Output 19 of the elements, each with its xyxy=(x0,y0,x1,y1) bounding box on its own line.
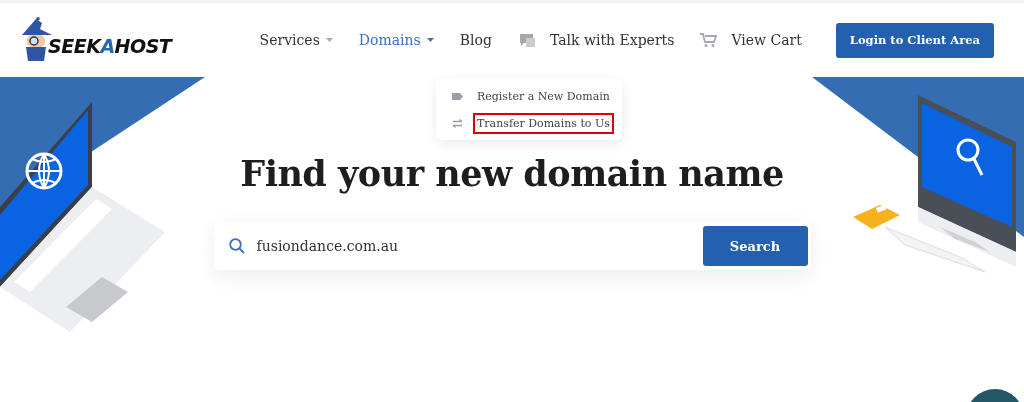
tag-icon xyxy=(452,93,463,100)
search-icon xyxy=(228,238,245,254)
nav-link[interactable]: Domains xyxy=(358,32,421,48)
search-field[interactable]: fusiondance.com.au Search xyxy=(213,222,811,270)
nav-link[interactable]: View Cart xyxy=(731,32,802,48)
caret-icon xyxy=(325,38,333,42)
nav-link[interactable]: Services xyxy=(259,32,320,48)
nav-link[interactable]: Talk with Experts xyxy=(549,32,675,48)
dropdown-item[interactable]: Transfer Domains to Us xyxy=(473,113,614,134)
search-button[interactable]: Search xyxy=(702,226,808,266)
hero-title: Find your new domain name xyxy=(240,153,784,194)
caret-icon xyxy=(426,38,434,42)
logo-text[interactable]: SEEKAHOST xyxy=(48,35,172,57)
nav-link[interactable]: Blog xyxy=(459,32,492,48)
login-button[interactable]: Login to Client Area xyxy=(835,22,994,58)
swap-arrows-icon xyxy=(452,119,463,128)
cart-icon xyxy=(700,32,718,48)
chat-bubbles-icon xyxy=(517,32,536,48)
dropdown-item[interactable]: Register a New Domain xyxy=(473,86,614,107)
